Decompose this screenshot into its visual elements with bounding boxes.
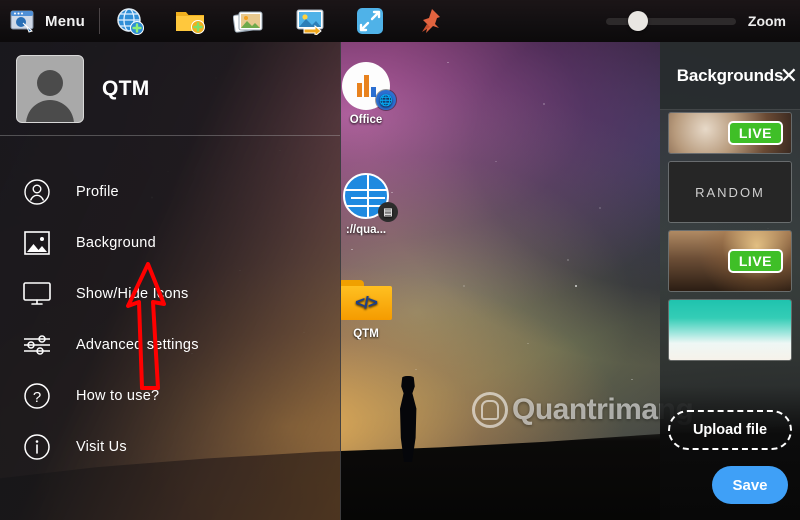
sidebar-item-visit-us[interactable]: Visit Us bbox=[0, 421, 340, 472]
resize-button[interactable] bbox=[340, 0, 400, 42]
sidebar-item-background[interactable]: Background bbox=[0, 217, 340, 268]
browser-badge-icon: ▤ bbox=[378, 202, 398, 222]
background-thumbnail[interactable] bbox=[668, 299, 792, 361]
add-folder-button[interactable] bbox=[160, 0, 220, 42]
change-image-button[interactable] bbox=[280, 0, 340, 42]
close-icon[interactable]: ✕ bbox=[780, 64, 798, 87]
toolbar-buttons bbox=[100, 0, 460, 42]
background-thumbnail-list: LIVE RANDOM LIVE bbox=[660, 110, 800, 410]
sidebar-item-how-to-use[interactable]: ? How to use? bbox=[0, 370, 340, 421]
zoom-label: Zoom bbox=[747, 13, 786, 29]
sidebar-item-advanced-settings[interactable]: Advanced settings bbox=[0, 319, 340, 370]
sidebar-item-label: Visit Us bbox=[76, 438, 127, 455]
avatar[interactable] bbox=[16, 54, 84, 123]
background-thumbnail-random[interactable]: RANDOM bbox=[668, 161, 792, 223]
globe-badge-icon: 🌐 bbox=[376, 90, 396, 110]
live-badge: LIVE bbox=[727, 249, 783, 273]
add-web-shortcut-button[interactable] bbox=[100, 0, 160, 42]
random-label: RANDOM bbox=[695, 184, 765, 200]
photos-icon bbox=[232, 11, 263, 33]
sliders-icon bbox=[20, 330, 54, 360]
profile-name: QTM bbox=[102, 76, 150, 100]
panel-title: Backgrounds bbox=[676, 65, 784, 85]
sidebar-item-label: Profile bbox=[76, 183, 119, 200]
sidebar-item-label: Advanced settings bbox=[76, 336, 199, 353]
upload-file-button[interactable]: Upload file bbox=[668, 410, 792, 450]
photos-button[interactable] bbox=[220, 0, 280, 42]
sidebar-item-label: Show/Hide Icons bbox=[76, 285, 189, 302]
folder-code-glyph: </> bbox=[340, 286, 392, 320]
background-thumbnail[interactable]: LIVE bbox=[668, 230, 792, 292]
info-circle-icon bbox=[20, 432, 54, 462]
globe-plus-icon bbox=[117, 8, 144, 35]
zoom-slider[interactable] bbox=[605, 11, 736, 31]
zoom-slider-handle[interactable] bbox=[628, 11, 649, 31]
menu-label: Menu bbox=[45, 12, 85, 30]
menu-button[interactable]: Menu bbox=[0, 0, 99, 42]
zoom-control: Zoom bbox=[605, 11, 800, 31]
backgrounds-panel-header: Backgrounds ✕ bbox=[660, 42, 800, 110]
image-icon bbox=[20, 228, 54, 258]
menu-sidebar: QTM Profile Background Show/Hide Icons A… bbox=[0, 42, 341, 520]
pushpin-icon bbox=[421, 9, 440, 33]
svg-text:?: ? bbox=[33, 389, 41, 406]
image-swap-icon bbox=[296, 9, 324, 35]
sidebar-item-label: How to use? bbox=[76, 387, 160, 404]
folder-plus-icon bbox=[175, 12, 205, 34]
top-toolbar: Menu Zoom bbox=[0, 0, 800, 42]
monitor-icon bbox=[20, 279, 54, 309]
user-circle-icon bbox=[20, 177, 54, 207]
sidebar-item-label: Background bbox=[76, 234, 156, 251]
application-window: 🌐 Office ▤ ://qua... </> QTM Quantrimang bbox=[0, 0, 800, 520]
pin-button[interactable] bbox=[400, 0, 460, 42]
backgrounds-panel-actions: Upload file Save bbox=[660, 410, 800, 520]
sidebar-menu-list: Profile Background Show/Hide Icons Advan… bbox=[0, 136, 340, 472]
profile-header[interactable]: QTM bbox=[0, 42, 340, 136]
sidebar-item-profile[interactable]: Profile bbox=[0, 166, 340, 217]
app-window-cursor-icon bbox=[10, 10, 34, 33]
backgrounds-panel: Backgrounds ✕ LIVE RANDOM LIVE Upload fi… bbox=[660, 42, 800, 520]
question-circle-icon: ? bbox=[20, 381, 54, 411]
sidebar-item-show-hide-icons[interactable]: Show/Hide Icons bbox=[0, 268, 340, 319]
live-badge: LIVE bbox=[727, 121, 783, 145]
save-button[interactable]: Save bbox=[712, 466, 788, 504]
expand-arrows-icon bbox=[356, 8, 383, 34]
background-thumbnail[interactable]: LIVE bbox=[668, 112, 792, 154]
